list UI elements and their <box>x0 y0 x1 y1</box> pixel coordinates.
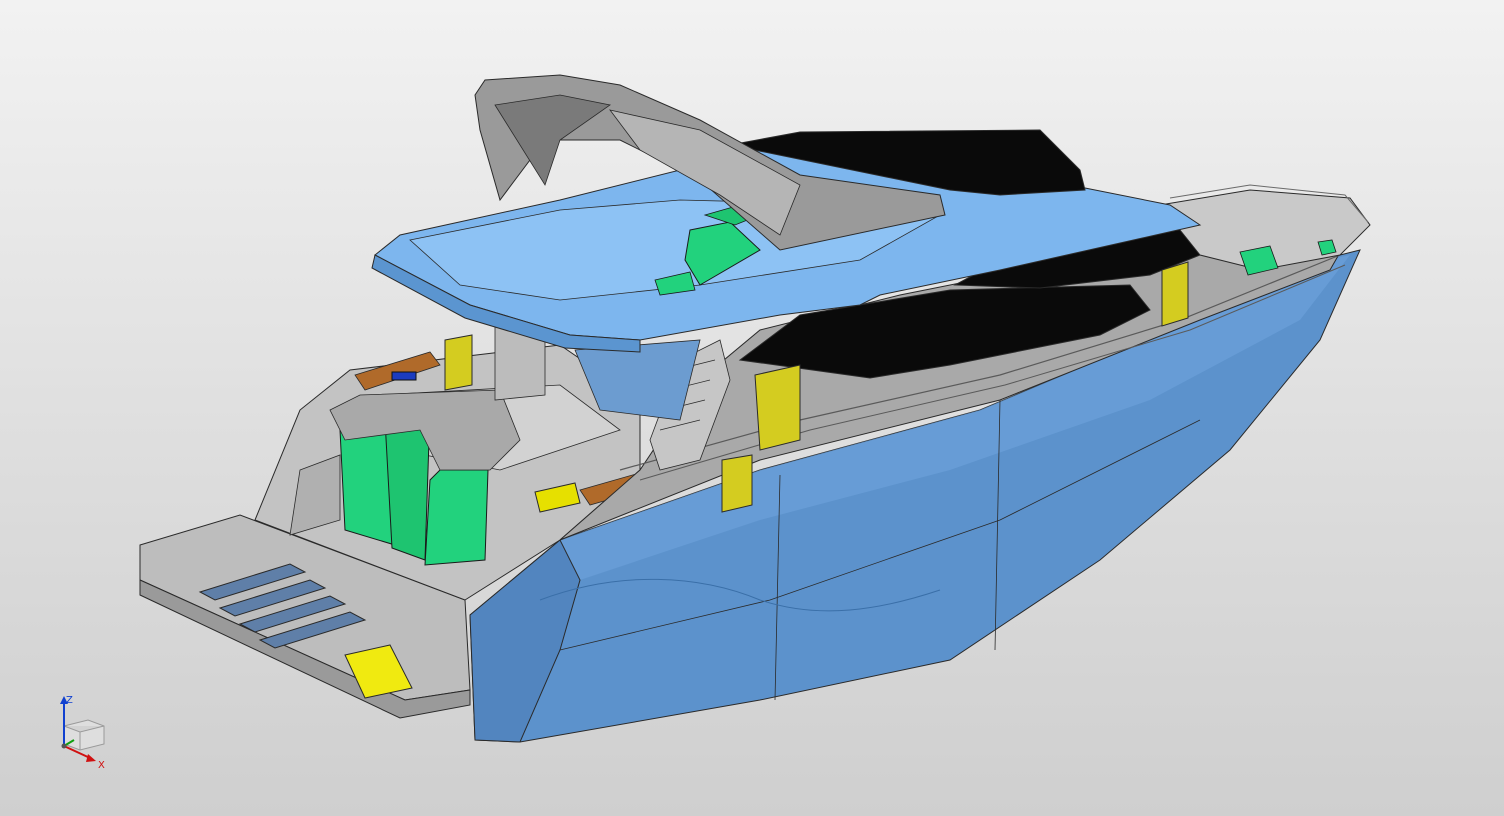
yacht-3d-model[interactable] <box>0 0 1504 816</box>
fender-locker-yellow[interactable] <box>754 364 801 451</box>
x-axis-arrow-icon <box>86 754 96 762</box>
fender-locker-yellow[interactable] <box>444 334 473 391</box>
z-axis-label: Z <box>66 695 73 706</box>
x-axis-label: X <box>98 760 105 770</box>
orientation-triad: Z X <box>60 695 105 770</box>
fender-locker-yellow[interactable] <box>1161 261 1189 327</box>
triad-view-cube <box>63 719 105 751</box>
cad-viewport[interactable]: Z X <box>0 0 1504 816</box>
fender-locker-yellow[interactable] <box>721 454 753 513</box>
aft-control-panel[interactable] <box>391 371 417 381</box>
triad-origin-icon <box>61 743 67 749</box>
